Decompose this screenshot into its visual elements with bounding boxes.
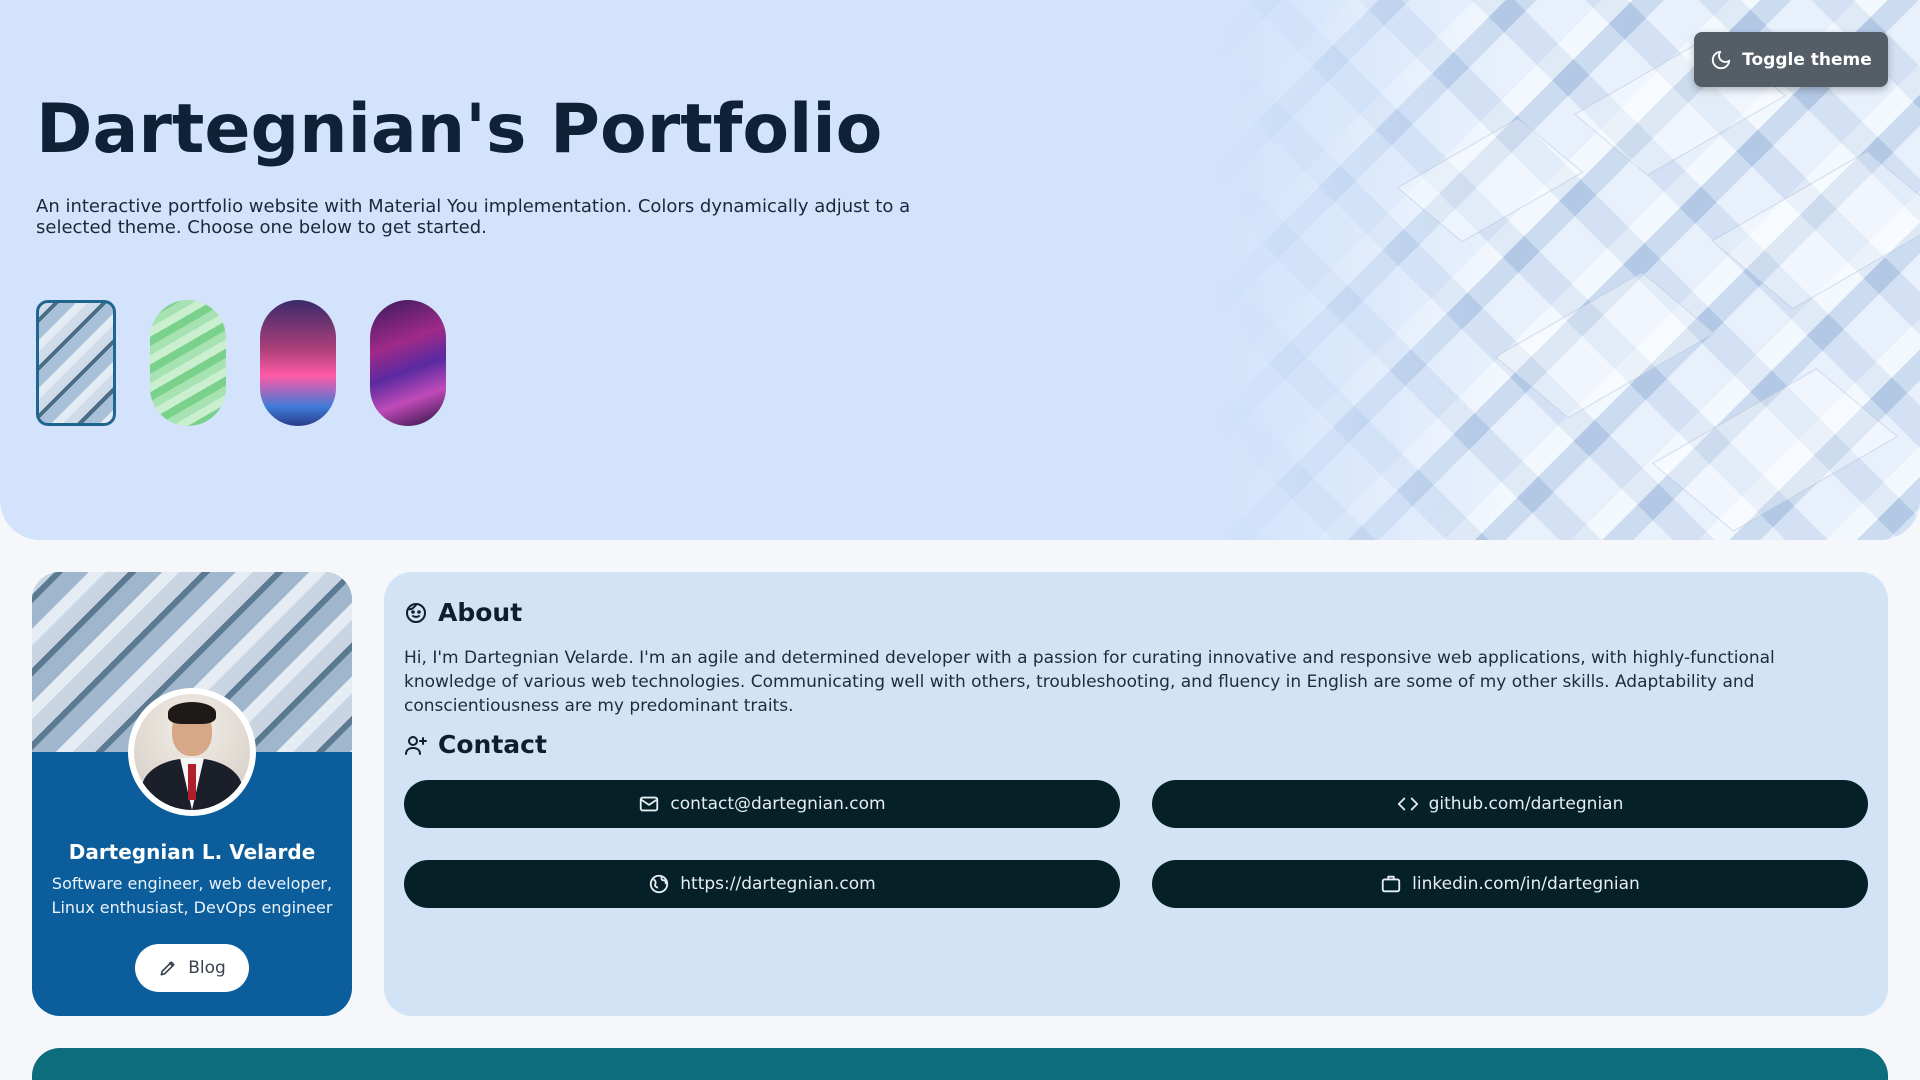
page-title: Dartegnian's Portfolio bbox=[36, 90, 883, 169]
add-person-icon bbox=[405, 735, 427, 755]
avatar bbox=[128, 688, 256, 816]
website-label: https://dartegnian.com bbox=[680, 874, 876, 894]
about-heading: About bbox=[404, 598, 522, 627]
linkedin-button[interactable]: linkedin.com/in/dartegnian bbox=[1152, 860, 1868, 908]
theme-picker bbox=[36, 300, 446, 426]
toggle-theme-label: Toggle theme bbox=[1742, 49, 1872, 70]
email-button[interactable]: contact@dartegnian.com bbox=[404, 780, 1120, 828]
face-icon bbox=[406, 602, 426, 623]
blog-button[interactable]: Blog bbox=[135, 944, 249, 992]
pencil-icon bbox=[160, 961, 175, 976]
code-icon bbox=[1397, 797, 1418, 811]
theme-option-neon-arcade[interactable] bbox=[260, 300, 336, 426]
linkedin-label: linkedin.com/in/dartegnian bbox=[1412, 874, 1640, 894]
briefcase-icon bbox=[1381, 875, 1401, 893]
website-button[interactable]: https://dartegnian.com bbox=[404, 860, 1120, 908]
email-label: contact@dartegnian.com bbox=[670, 794, 886, 814]
about-card: About Hi, I'm Dartegnian Velarde. I'm an… bbox=[384, 572, 1888, 1016]
contact-heading: Contact bbox=[404, 730, 547, 759]
github-label: github.com/dartegnian bbox=[1428, 794, 1624, 814]
theme-option-glass[interactable] bbox=[36, 300, 116, 426]
profile-role: Software engineer, web developer, Linux … bbox=[51, 874, 333, 917]
theme-option-neon-shop[interactable] bbox=[370, 300, 446, 426]
about-heading-label: About bbox=[438, 598, 523, 627]
contact-heading-label: Contact bbox=[438, 730, 547, 759]
github-button[interactable]: github.com/dartegnian bbox=[1152, 780, 1868, 828]
globe-icon bbox=[650, 874, 669, 894]
theme-option-green[interactable] bbox=[150, 300, 226, 426]
toggle-theme-button[interactable]: Toggle theme bbox=[1694, 32, 1888, 87]
hero-section: Toggle theme Dartegnian's Portfolio An i… bbox=[0, 0, 1920, 540]
moon-icon bbox=[1712, 50, 1731, 69]
hero-description: An interactive portfolio website with Ma… bbox=[36, 196, 911, 238]
profile-card: Dartegnian L. Velarde Software engineer,… bbox=[32, 572, 352, 1016]
bottom-section bbox=[32, 1048, 1888, 1080]
profile-name: Dartegnian L. Velarde bbox=[68, 840, 316, 864]
about-text: Hi, I'm Dartegnian Velarde. I'm an agile… bbox=[404, 648, 1775, 716]
blog-label: Blog bbox=[188, 958, 226, 978]
mail-icon bbox=[640, 796, 659, 812]
